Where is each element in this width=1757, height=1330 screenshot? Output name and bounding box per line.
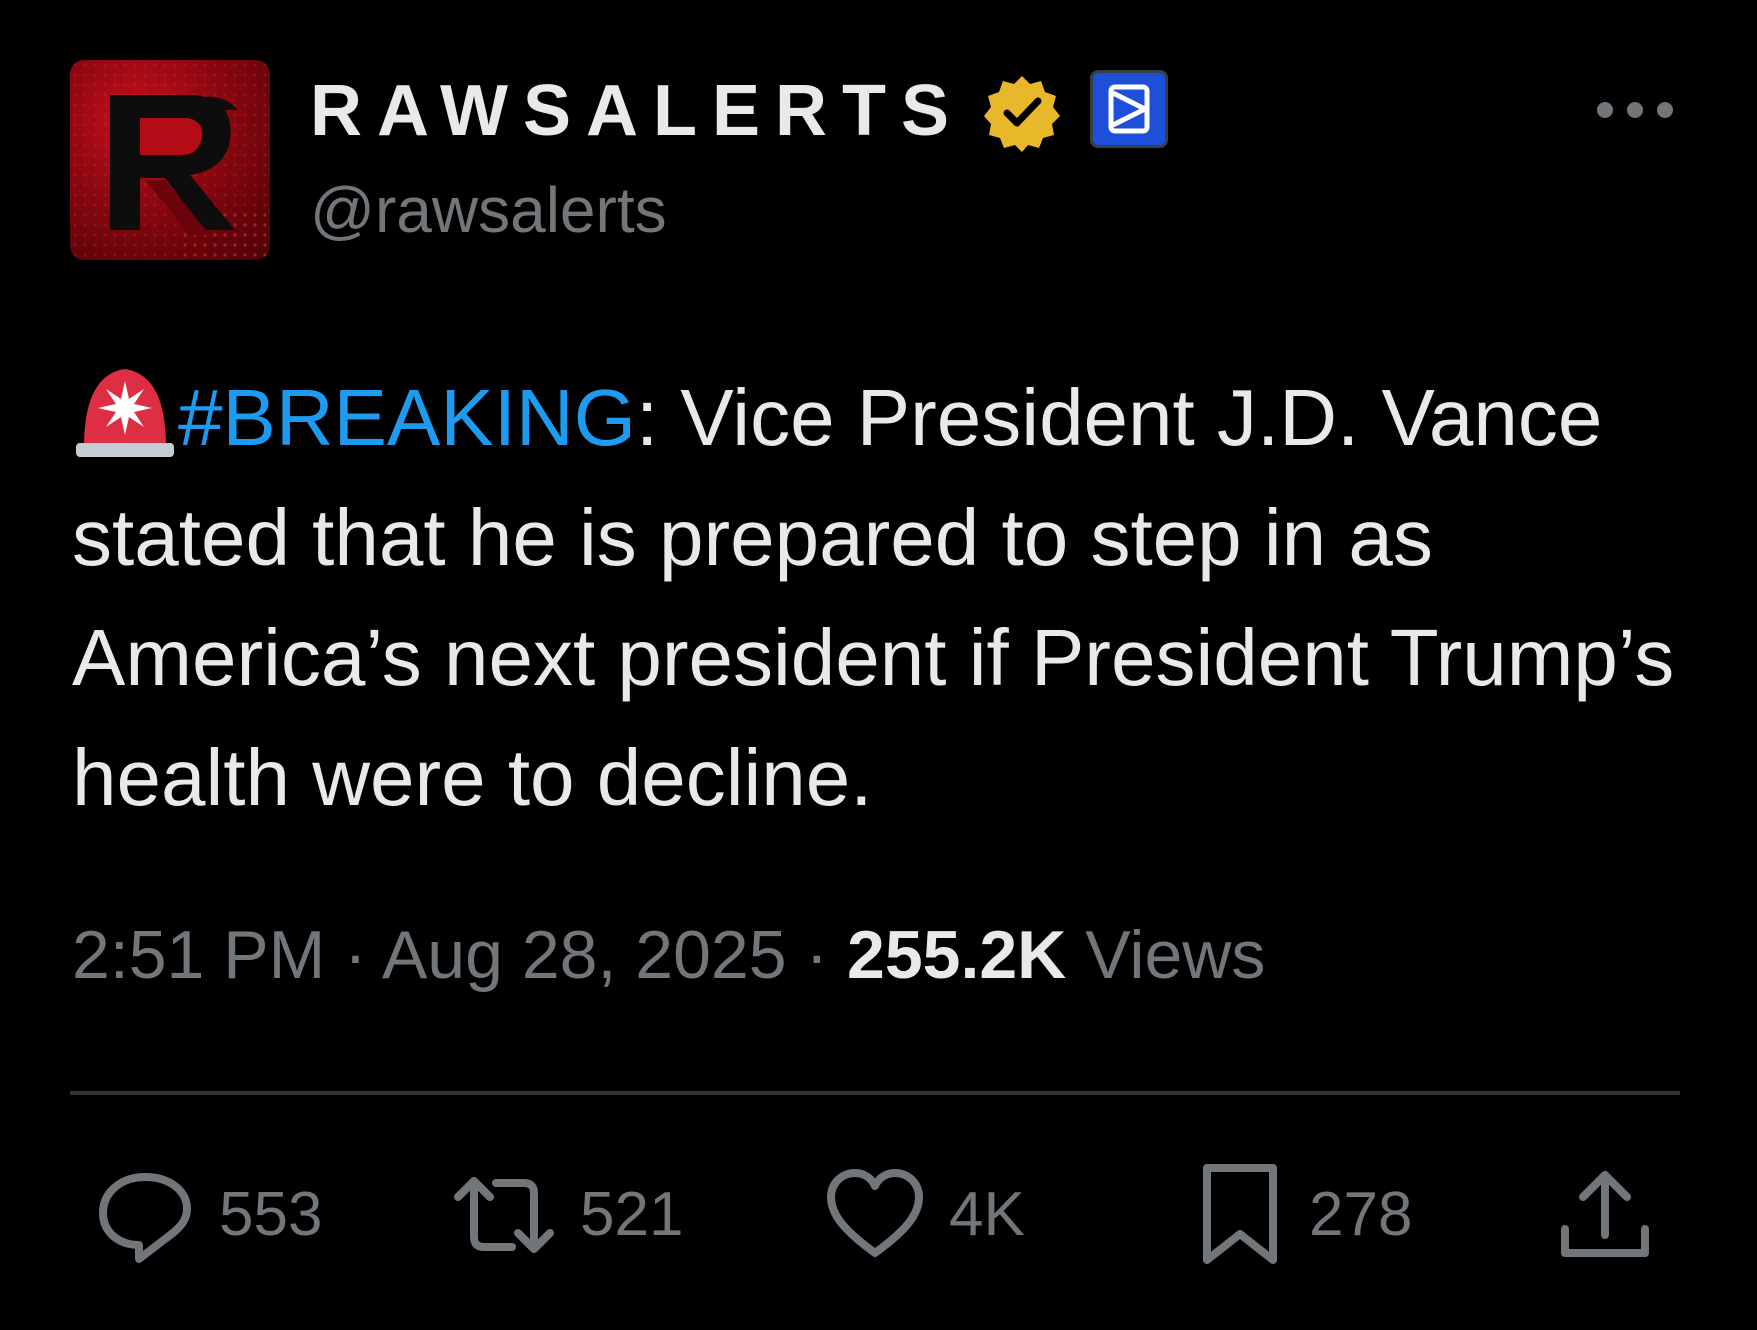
affiliate-badge-icon[interactable] bbox=[1090, 70, 1168, 148]
tweet: RAWSALERTS @rawsalerts #BREAKING: Vice P bbox=[0, 0, 1757, 1330]
siren-emoji-icon bbox=[72, 355, 178, 459]
hashtag-link[interactable]: #BREAKING bbox=[178, 373, 636, 462]
tweet-date[interactable]: Aug 28, 2025 bbox=[382, 917, 787, 993]
repost-icon bbox=[454, 1177, 554, 1253]
bookmark-icon bbox=[1203, 1164, 1277, 1264]
avatar[interactable] bbox=[70, 60, 270, 260]
reply-count: 553 bbox=[219, 1180, 323, 1249]
views-label: Views bbox=[1085, 917, 1266, 993]
verified-badge-icon[interactable] bbox=[982, 72, 1062, 152]
tweet-time[interactable]: 2:51 PM bbox=[72, 917, 325, 993]
meta-separator: · bbox=[344, 917, 367, 993]
divider bbox=[70, 1091, 1680, 1095]
repost-count: 521 bbox=[580, 1180, 684, 1249]
heart-icon bbox=[827, 1169, 923, 1257]
display-name[interactable]: RAWSALERTS bbox=[310, 66, 964, 156]
reply-icon bbox=[99, 1173, 191, 1263]
views-count: 255.2K bbox=[847, 917, 1067, 993]
more-icon[interactable] bbox=[1590, 90, 1680, 130]
like-count: 4K bbox=[949, 1180, 1025, 1249]
repost-button[interactable]: 521 bbox=[452, 1160, 683, 1270]
share-button[interactable] bbox=[1555, 1160, 1655, 1270]
rawsalerts-logo-icon bbox=[70, 60, 270, 260]
user-handle[interactable]: @rawsalerts bbox=[310, 170, 667, 250]
like-button[interactable]: 4K bbox=[825, 1160, 1025, 1270]
meta-separator: · bbox=[805, 917, 829, 993]
reply-button[interactable]: 553 bbox=[95, 1160, 322, 1270]
bookmark-button[interactable]: 278 bbox=[1195, 1160, 1412, 1270]
tweet-meta: 2:51 PM · Aug 28, 2025 · 255.2K Views bbox=[72, 910, 1265, 1000]
bookmark-count: 278 bbox=[1309, 1180, 1413, 1249]
tweet-text: #BREAKING: Vice President J.D. Vance sta… bbox=[72, 355, 1712, 838]
share-icon bbox=[1561, 1171, 1649, 1257]
